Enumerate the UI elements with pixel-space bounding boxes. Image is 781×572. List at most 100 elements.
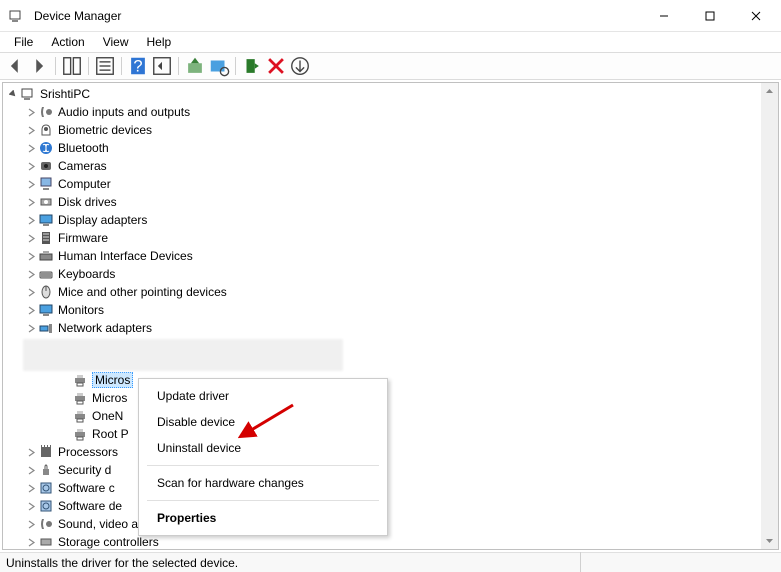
chevron-right-icon[interactable] <box>25 214 37 226</box>
tree-category[interactable]: Firmware <box>3 229 778 247</box>
chevron-right-icon[interactable] <box>25 446 37 458</box>
chevron-right-icon[interactable] <box>25 286 37 298</box>
tree-category[interactable]: Mice and other pointing devices <box>3 283 778 301</box>
ctx-properties[interactable]: Properties <box>139 505 387 531</box>
category-icon <box>38 320 54 336</box>
category-icon <box>38 176 54 192</box>
chevron-right-icon[interactable] <box>25 106 37 118</box>
expand-icon[interactable] <box>7 88 19 100</box>
scan-hardware-button[interactable] <box>208 55 230 77</box>
chevron-right-icon[interactable] <box>25 178 37 190</box>
add-legacy-button[interactable] <box>289 55 311 77</box>
chevron-right-icon[interactable] <box>25 464 37 476</box>
chevron-right-icon[interactable] <box>25 160 37 172</box>
category-icon <box>38 194 54 210</box>
printer-icon <box>72 390 88 406</box>
menu-view[interactable]: View <box>95 34 137 50</box>
device-tree: SrishtiPC Audio inputs and outputsBiomet… <box>3 83 778 550</box>
forward-button[interactable] <box>28 55 50 77</box>
ctx-uninstall-device[interactable]: Uninstall device <box>139 435 387 461</box>
scroll-down-button[interactable] <box>761 532 778 549</box>
tree-category[interactable]: Network adapters <box>3 319 778 337</box>
menu-action[interactable]: Action <box>43 34 92 50</box>
ctx-disable-device[interactable]: Disable device <box>139 409 387 435</box>
tree-device-label: OneN <box>92 409 123 423</box>
chevron-right-icon[interactable] <box>25 536 37 548</box>
update-driver-button[interactable] <box>184 55 206 77</box>
chevron-right-icon[interactable] <box>25 250 37 262</box>
scroll-up-button[interactable] <box>761 83 778 100</box>
uninstall-device-button[interactable] <box>265 55 287 77</box>
category-icon <box>38 230 54 246</box>
chevron-right-icon[interactable] <box>25 142 37 154</box>
tree-category-label: Security d <box>58 463 111 477</box>
tree-device[interactable]: OneN <box>3 407 778 425</box>
back-button[interactable] <box>4 55 26 77</box>
computer-icon <box>20 86 36 102</box>
chevron-right-icon[interactable] <box>25 500 37 512</box>
chevron-right-icon[interactable] <box>25 232 37 244</box>
tree-root[interactable]: SrishtiPC <box>3 85 778 103</box>
close-button[interactable] <box>733 1 779 31</box>
tree-category[interactable]: Cameras <box>3 157 778 175</box>
tree-category[interactable]: Storage controllers <box>3 533 778 550</box>
tree-category[interactable]: Bluetooth <box>3 139 778 157</box>
category-icon <box>38 248 54 264</box>
show-hide-tree-button[interactable] <box>61 55 83 77</box>
maximize-button[interactable] <box>687 1 733 31</box>
properties-button[interactable] <box>94 55 116 77</box>
tree-device[interactable]: Root P <box>3 425 778 443</box>
chevron-right-icon[interactable] <box>25 518 37 530</box>
category-icon <box>38 266 54 282</box>
tree-category[interactable]: Software c <box>3 479 778 497</box>
tree-category[interactable]: Disk drives <box>3 193 778 211</box>
chevron-right-icon[interactable] <box>25 196 37 208</box>
tree-category[interactable]: Display adapters <box>3 211 778 229</box>
category-icon <box>38 462 54 478</box>
printer-icon <box>72 372 88 388</box>
tree-category[interactable]: Security d <box>3 461 778 479</box>
ctx-scan-hardware[interactable]: Scan for hardware changes <box>139 470 387 496</box>
chevron-right-icon[interactable] <box>25 304 37 316</box>
enable-device-button[interactable] <box>241 55 263 77</box>
category-icon <box>38 302 54 318</box>
menu-file[interactable]: File <box>6 34 41 50</box>
tree-category[interactable]: Keyboards <box>3 265 778 283</box>
tree-category[interactable]: Software de <box>3 497 778 515</box>
printer-icon <box>72 426 88 442</box>
ctx-separator <box>147 500 379 501</box>
chevron-right-icon[interactable] <box>25 124 37 136</box>
tree-category[interactable]: Monitors <box>3 301 778 319</box>
tree-category[interactable]: Audio inputs and outputs <box>3 103 778 121</box>
help-button[interactable]: ? <box>127 55 149 77</box>
ctx-update-driver[interactable]: Update driver <box>139 383 387 409</box>
tree-category-label: Cameras <box>58 159 107 173</box>
category-icon <box>38 104 54 120</box>
device-tree-panel: SrishtiPC Audio inputs and outputsBiomet… <box>2 82 779 550</box>
toolbar-sep <box>121 57 122 75</box>
category-icon <box>38 444 54 460</box>
tree-category[interactable]: Processors <box>3 443 778 461</box>
category-icon <box>38 122 54 138</box>
menu-help[interactable]: Help <box>139 34 180 50</box>
tree-device[interactable]: Micros <box>3 389 778 407</box>
tree-category[interactable]: Sound, video and game controllers <box>3 515 778 533</box>
action-button[interactable] <box>151 55 173 77</box>
category-icon <box>38 212 54 228</box>
titlebar: Device Manager <box>0 0 781 32</box>
tree-category[interactable]: Biometric devices <box>3 121 778 139</box>
svg-text:?: ? <box>133 58 142 76</box>
toolbar: ? <box>0 52 781 80</box>
chevron-right-icon[interactable] <box>25 268 37 280</box>
minimize-button[interactable] <box>641 1 687 31</box>
statusbar-text: Uninstalls the driver for the selected d… <box>6 556 238 570</box>
toolbar-sep <box>178 57 179 75</box>
vertical-scrollbar[interactable] <box>761 83 778 549</box>
category-icon <box>38 498 54 514</box>
chevron-right-icon[interactable] <box>25 322 37 334</box>
expander-blank <box>59 428 71 440</box>
tree-category[interactable]: Computer <box>3 175 778 193</box>
chevron-right-icon[interactable] <box>25 482 37 494</box>
tree-device[interactable]: Micros <box>3 371 778 389</box>
tree-category[interactable]: Human Interface Devices <box>3 247 778 265</box>
